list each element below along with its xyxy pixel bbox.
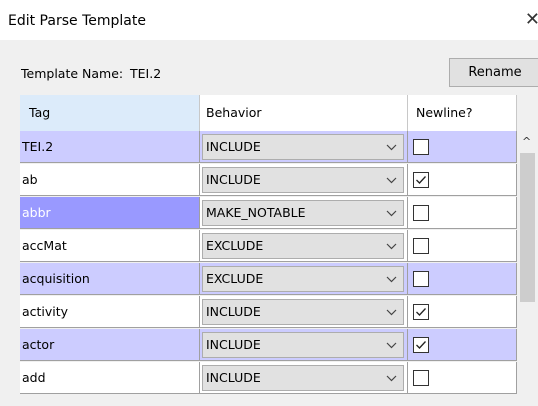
newline-cell	[408, 197, 517, 229]
behavior-cell: EXCLUDE	[200, 263, 408, 295]
newline-cell	[408, 230, 517, 262]
tag-cell[interactable]: accMat	[20, 230, 200, 262]
newline-checkbox[interactable]	[413, 139, 429, 155]
tag-cell[interactable]: actor	[20, 329, 200, 361]
behavior-cell: INCLUDE	[200, 164, 408, 196]
newline-checkbox[interactable]	[413, 337, 429, 353]
tag-cell[interactable]: activity	[20, 296, 200, 328]
table-row[interactable]: TEI.2 INCLUDE	[20, 131, 517, 164]
behavior-cell: EXCLUDE	[200, 230, 408, 262]
template-name-label: Template Name:	[21, 66, 124, 81]
column-header-newline[interactable]: Newline?	[408, 95, 517, 131]
behavior-dropdown[interactable]: INCLUDE	[202, 365, 404, 391]
behavior-dropdown[interactable]: MAKE_NOTABLE	[202, 200, 404, 226]
table-row[interactable]: accMat EXCLUDE	[20, 230, 517, 263]
tag-cell[interactable]: abbr	[20, 197, 200, 229]
behavior-cell: INCLUDE	[200, 296, 408, 328]
chevron-down-icon	[386, 366, 397, 390]
chevron-down-icon	[386, 201, 397, 225]
behavior-cell: INCLUDE	[200, 362, 408, 394]
chevron-down-icon	[386, 300, 397, 324]
table-row[interactable]: actor INCLUDE	[20, 329, 517, 362]
behavior-value: INCLUDE	[206, 172, 261, 187]
chevron-down-icon	[386, 267, 397, 291]
table-row[interactable]: add INCLUDE	[20, 362, 517, 395]
newline-checkbox[interactable]	[413, 370, 429, 386]
close-icon[interactable]: ✕	[525, 9, 538, 30]
tag-cell[interactable]: add	[20, 362, 200, 394]
chevron-down-icon	[386, 135, 397, 159]
tag-cell[interactable]: ab	[20, 164, 200, 196]
behavior-value: INCLUDE	[206, 139, 261, 154]
newline-cell	[408, 296, 517, 328]
table-row[interactable]: acquisition EXCLUDE	[20, 263, 517, 296]
scroll-up-arrow-icon[interactable]: ^	[522, 135, 531, 148]
chevron-down-icon	[386, 333, 397, 357]
behavior-dropdown[interactable]: INCLUDE	[202, 332, 404, 358]
title-bar: Edit Parse Template ✕	[0, 0, 538, 40]
behavior-cell: INCLUDE	[200, 329, 408, 361]
template-name-value: TEI.2	[130, 66, 162, 81]
scrollbar-header-spacer	[517, 95, 538, 131]
newline-checkbox[interactable]	[413, 205, 429, 221]
newline-cell	[408, 329, 517, 361]
behavior-dropdown[interactable]: EXCLUDE	[202, 266, 404, 292]
behavior-dropdown[interactable]: INCLUDE	[202, 167, 404, 193]
behavior-cell: INCLUDE	[200, 131, 408, 163]
behavior-value: INCLUDE	[206, 337, 261, 352]
newline-cell	[408, 164, 517, 196]
newline-cell	[408, 263, 517, 295]
chevron-down-icon	[386, 168, 397, 192]
behavior-value: EXCLUDE	[206, 238, 264, 253]
newline-cell	[408, 131, 517, 163]
vertical-scrollbar[interactable]: ^	[517, 131, 538, 406]
newline-cell	[408, 362, 517, 394]
table-row[interactable]: abbr MAKE_NOTABLE	[20, 197, 517, 230]
behavior-cell: MAKE_NOTABLE	[200, 197, 408, 229]
behavior-dropdown[interactable]: INCLUDE	[202, 299, 404, 325]
behavior-dropdown[interactable]: EXCLUDE	[202, 233, 404, 259]
tag-cell[interactable]: acquisition	[20, 263, 200, 295]
behavior-dropdown[interactable]: INCLUDE	[202, 134, 404, 160]
window-title: Edit Parse Template	[8, 13, 146, 29]
chevron-down-icon	[386, 234, 397, 258]
behavior-value: INCLUDE	[206, 370, 261, 385]
column-header-behavior[interactable]: Behavior	[200, 95, 408, 131]
newline-checkbox[interactable]	[413, 271, 429, 287]
behavior-value: EXCLUDE	[206, 271, 264, 286]
behavior-value: INCLUDE	[206, 304, 261, 319]
tag-table: Tag Behavior Newline? TEI.2 INCLUDE ab INCL…	[20, 95, 538, 406]
column-header-tag[interactable]: Tag	[20, 95, 200, 131]
rename-button[interactable]: Rename	[449, 58, 538, 87]
newline-checkbox[interactable]	[413, 238, 429, 254]
table-row[interactable]: activity INCLUDE	[20, 296, 517, 329]
scrollbar-thumb[interactable]	[520, 153, 535, 302]
tag-cell[interactable]: TEI.2	[20, 131, 200, 163]
newline-checkbox[interactable]	[413, 172, 429, 188]
behavior-value: MAKE_NOTABLE	[206, 205, 306, 220]
table-row[interactable]: ab INCLUDE	[20, 164, 517, 197]
newline-checkbox[interactable]	[413, 304, 429, 320]
